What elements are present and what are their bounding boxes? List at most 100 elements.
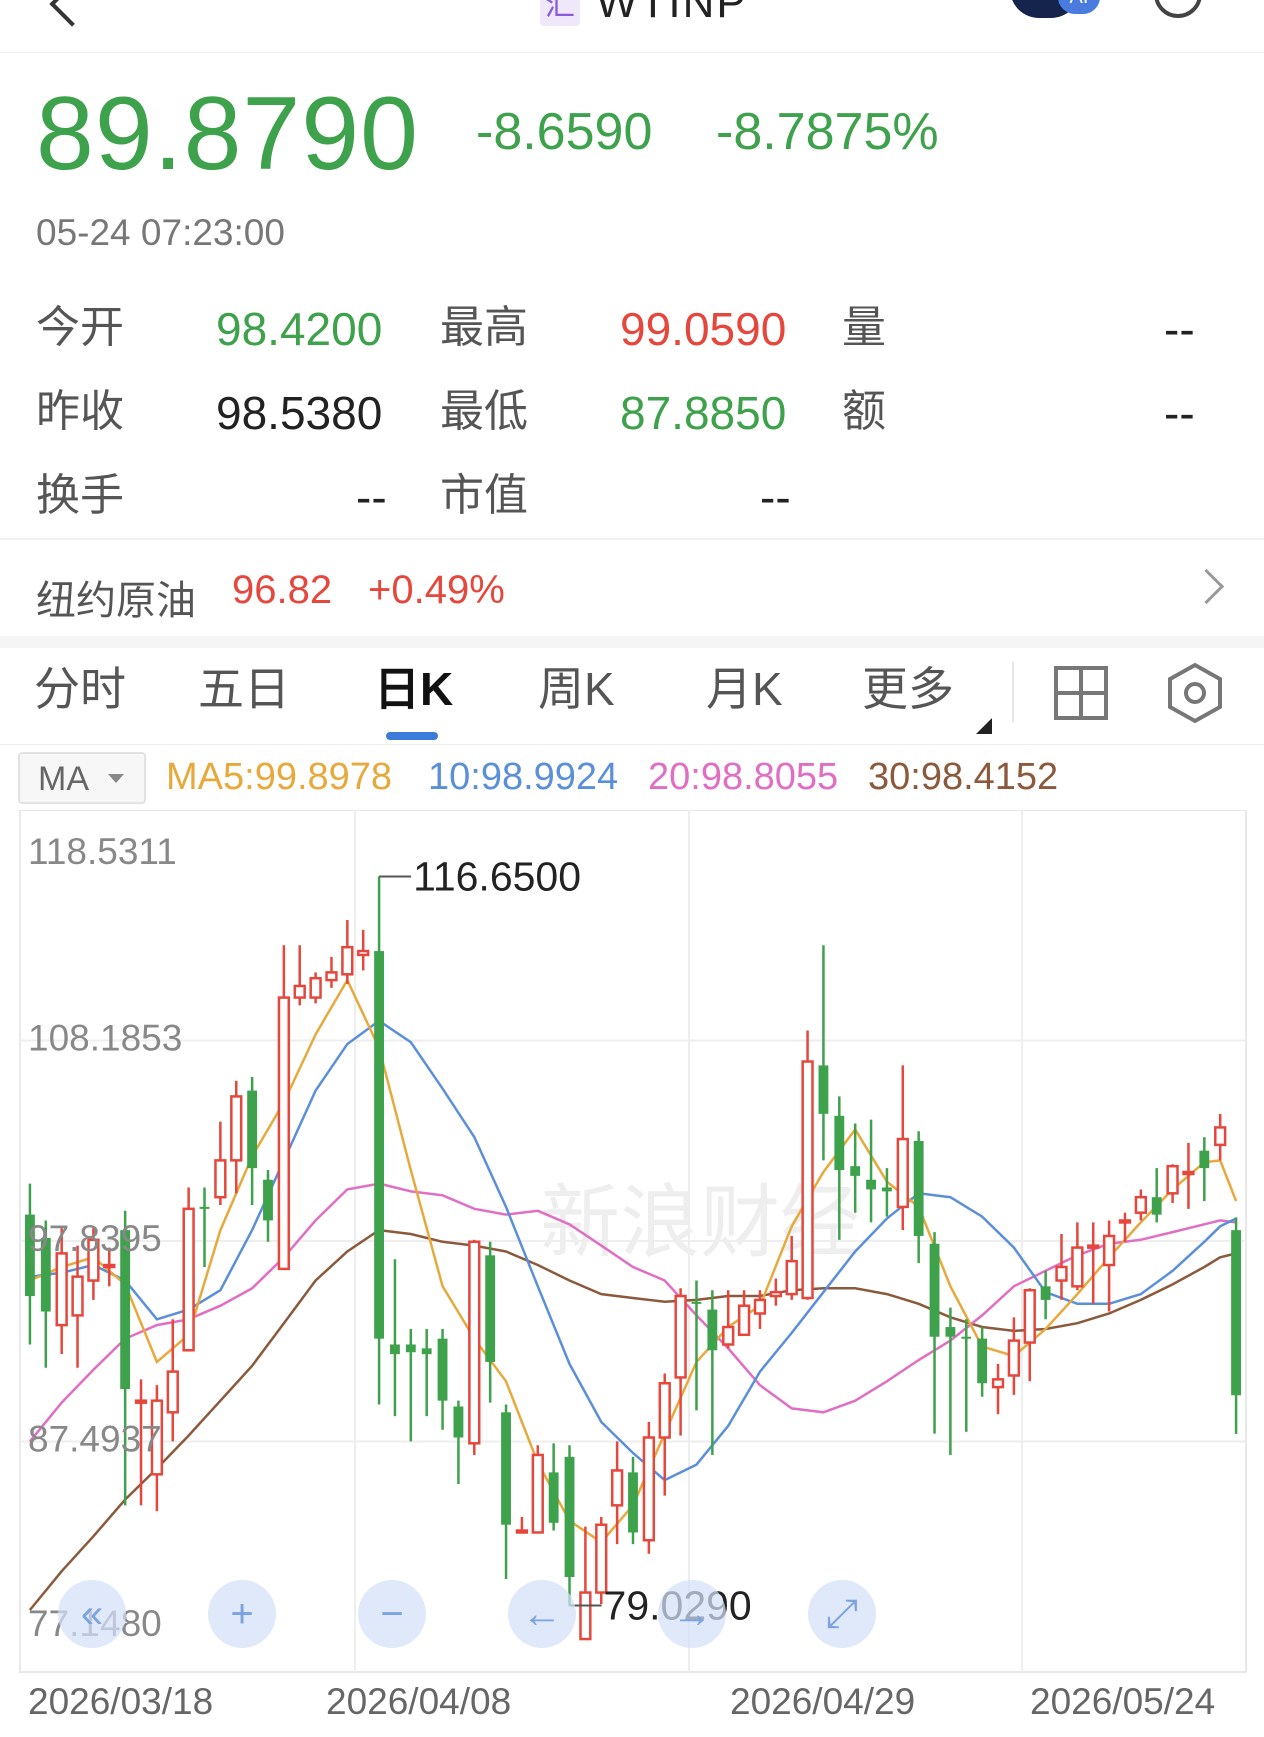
y-tick-label: 87.4937 (28, 1419, 162, 1460)
candle (166, 1319, 179, 1442)
candle-body (579, 1591, 592, 1641)
candle-body (437, 1338, 448, 1401)
ma10-value: 10:98.9924 (428, 756, 619, 798)
plus-icon: + (230, 1592, 254, 1636)
candle (531, 1445, 544, 1534)
candle-body (896, 1137, 909, 1209)
candle-body (945, 1327, 956, 1337)
candle (390, 1259, 400, 1417)
candle-body (1040, 1286, 1051, 1300)
candle-body (1023, 1288, 1036, 1344)
candle-body (913, 1140, 924, 1236)
market-cap-label: 市值 (440, 471, 528, 520)
max-label: 116.6500 (413, 853, 581, 899)
tab-monthly-k[interactable]: 月K (706, 666, 783, 712)
ma-select-label: MA (38, 760, 89, 798)
zoom-out-button[interactable]: − (358, 1580, 426, 1648)
candle (929, 1232, 940, 1434)
scroll-left-button[interactable]: ← (508, 1580, 576, 1648)
ai-assistant-button[interactable]: AI (1010, 0, 1100, 18)
candle-body (1007, 1339, 1021, 1377)
candle-body (818, 1065, 829, 1114)
candle (1040, 1270, 1051, 1320)
candle (1134, 1189, 1148, 1221)
ma20-value: 20:98.8055 (648, 756, 839, 798)
scroll-right-button[interactable]: → (658, 1580, 726, 1648)
tab-five-day[interactable]: 五日 (198, 666, 290, 712)
fullscreen-icon: ⤢ (826, 1592, 858, 1636)
candle-body (1134, 1195, 1148, 1214)
ma-indicator-select[interactable]: MA (18, 752, 146, 804)
forex-badge-icon: 汇 (540, 0, 580, 26)
candle (230, 1080, 243, 1194)
scroll-start-button[interactable]: « (58, 1580, 126, 1648)
related-name: 纽约原油 (36, 579, 196, 623)
candle-body (453, 1406, 464, 1438)
settings-icon[interactable] (1166, 662, 1224, 724)
candle-body (293, 984, 306, 999)
related-price: 96.82 (232, 568, 333, 612)
candle-body (674, 1294, 687, 1379)
candle (25, 1183, 35, 1345)
candle-body (309, 976, 322, 999)
arrow-right-icon: → (672, 1592, 712, 1636)
candle-body (929, 1243, 940, 1337)
candle (1151, 1168, 1162, 1223)
candle (341, 920, 354, 985)
active-tab-indicator (386, 732, 438, 740)
x-axis-labels: 2026/03/18 2026/04/08 2026/04/29 2026/05/24 (28, 1681, 1215, 1722)
candle (325, 956, 338, 988)
candle-body (753, 1298, 767, 1315)
candle-body (610, 1469, 624, 1507)
related-instrument-row[interactable]: 纽约原油 96.82 +0.49% (0, 540, 1264, 636)
zoom-in-button[interactable]: + (208, 1580, 276, 1648)
candle-body (977, 1338, 988, 1384)
candle (277, 945, 291, 1271)
back-arrow-icon[interactable] (49, 0, 95, 27)
ma5-value: MA5:99.8978 (166, 756, 393, 798)
grid-icon[interactable] (1052, 664, 1110, 722)
search-icon[interactable] (1154, 0, 1202, 18)
high-value: 99.0590 (620, 303, 787, 355)
candle-body (707, 1309, 718, 1351)
candle (468, 1239, 481, 1455)
candle-body (737, 1304, 751, 1337)
x-tick-label: 2026/03/18 (28, 1681, 213, 1722)
low-label: 最低 (440, 387, 528, 436)
tab-more[interactable]: 更多 (862, 666, 954, 712)
high-label: 最高 (440, 303, 528, 352)
candle (722, 1290, 735, 1349)
candle-body (421, 1348, 432, 1355)
candle (247, 1077, 258, 1205)
chevron-right-icon (1188, 568, 1225, 605)
candle (674, 1288, 687, 1436)
candle-body (850, 1166, 861, 1176)
candle (1166, 1164, 1179, 1204)
candle (913, 1131, 924, 1264)
candle (769, 1278, 783, 1306)
candle-body (834, 1115, 845, 1171)
candle-body (247, 1090, 258, 1169)
candle (485, 1241, 496, 1403)
candle (214, 1121, 227, 1205)
quote-timestamp: 05-24 07:23:00 (36, 212, 285, 253)
tab-daily-k[interactable]: 日K (374, 666, 453, 712)
fullscreen-button[interactable]: ⤢ (808, 1580, 876, 1648)
candle-body (71, 1275, 84, 1317)
tab-intraday[interactable]: 分时 (34, 666, 126, 712)
prev-close-label: 昨收 (36, 387, 124, 436)
candle (1182, 1142, 1195, 1209)
low-value: 87.8850 (620, 387, 787, 439)
candlestick-chart[interactable]: 新浪财经 118.5311108.185397.839587.493777.14… (0, 810, 1264, 1737)
candle-body (341, 945, 354, 976)
candle (357, 929, 370, 971)
open-value: 98.4200 (216, 303, 383, 355)
candle-body (769, 1290, 783, 1298)
open-label: 今开 (36, 303, 124, 352)
candle-body (501, 1412, 511, 1525)
arrow-left-icon: ← (522, 1592, 562, 1636)
tab-weekly-k[interactable]: 周K (538, 666, 615, 712)
candle-body (564, 1456, 575, 1578)
ma30-value: 30:98.4152 (868, 756, 1059, 798)
candle-body (1166, 1164, 1179, 1195)
